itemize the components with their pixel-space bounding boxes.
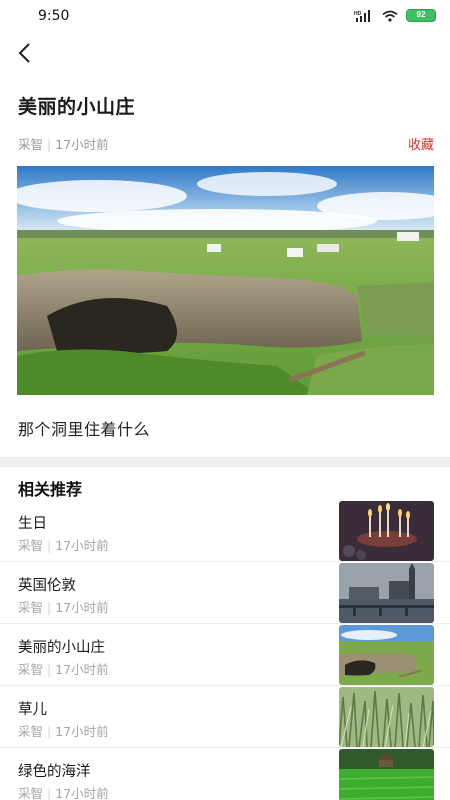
publish-time: 17小时前: [55, 662, 109, 677]
related-item-london[interactable]: 英国伦敦 采智 | 17小时前: [0, 562, 450, 624]
related-heading: 相关推荐: [18, 480, 83, 499]
article-meta: 采智 | 17小时前: [18, 134, 109, 153]
related-item-meta: 采智 | 17小时前: [18, 659, 109, 678]
green-field-thumbnail: [339, 749, 434, 800]
related-item-title: 美丽的小山庄: [18, 640, 105, 656]
chevron-left-icon: [18, 43, 30, 63]
related-item-grass[interactable]: 草儿 采智 | 17小时前: [0, 686, 450, 748]
author-name: 采智: [18, 724, 44, 739]
status-bar: 9:50 HD 92: [0, 0, 450, 32]
page-title: 美丽的小山庄: [18, 96, 136, 118]
article-image: [17, 166, 434, 395]
related-item-title: 草儿: [18, 702, 47, 718]
status-icons: HD 92: [354, 9, 436, 22]
publish-time: 17小时前: [55, 538, 109, 553]
publish-time: 17小时前: [55, 600, 109, 615]
section-divider: [0, 457, 450, 467]
wifi-icon: [382, 10, 398, 22]
author-name: 采智: [18, 786, 44, 800]
london-skyline-thumbnail: [339, 563, 434, 623]
publish-time: 17小时前: [55, 786, 109, 800]
related-item-meta: 采智 | 17小时前: [18, 597, 109, 616]
status-time: 9:50: [38, 8, 70, 24]
related-item-birthday[interactable]: 生日 采智 | 17小时前: [0, 500, 450, 562]
signal-icon: HD: [354, 9, 370, 22]
related-item-meta: 采智 | 17小时前: [18, 783, 109, 800]
meta-separator: |: [47, 662, 52, 677]
related-list: 生日 采智 | 17小时前 英国伦敦 采智 | 17小时前 美丽的小山庄 采智 …: [0, 500, 450, 800]
birthday-candles-thumbnail: [339, 501, 434, 561]
battery-icon: 92: [406, 9, 436, 22]
related-item-title: 生日: [18, 516, 47, 532]
related-item-title: 绿色的海洋: [18, 764, 91, 780]
tall-grass-thumbnail: [339, 687, 434, 747]
image-caption: 那个洞里住着什么: [18, 420, 151, 439]
publish-time: 17小时前: [55, 137, 109, 152]
related-item-village[interactable]: 美丽的小山庄 采智 | 17小时前: [0, 624, 450, 686]
meta-separator: |: [47, 724, 52, 739]
coastal-cave-thumbnail: [339, 625, 434, 685]
author-name: 采智: [18, 600, 44, 615]
meta-separator: |: [47, 786, 52, 800]
author-name: 采智: [18, 137, 44, 152]
back-button[interactable]: [10, 38, 40, 68]
publish-time: 17小时前: [55, 724, 109, 739]
related-item-green-sea[interactable]: 绿色的海洋 采智 | 17小时前: [0, 748, 450, 800]
meta-separator: |: [47, 600, 52, 615]
related-item-meta: 采智 | 17小时前: [18, 721, 109, 740]
landscape-image: [17, 166, 434, 395]
related-item-title: 英国伦敦: [18, 578, 76, 594]
meta-separator: |: [47, 538, 52, 553]
favorite-button[interactable]: 收藏: [408, 134, 434, 153]
related-item-meta: 采智 | 17小时前: [18, 535, 109, 554]
meta-separator: |: [47, 137, 52, 152]
author-name: 采智: [18, 538, 44, 553]
author-name: 采智: [18, 662, 44, 677]
